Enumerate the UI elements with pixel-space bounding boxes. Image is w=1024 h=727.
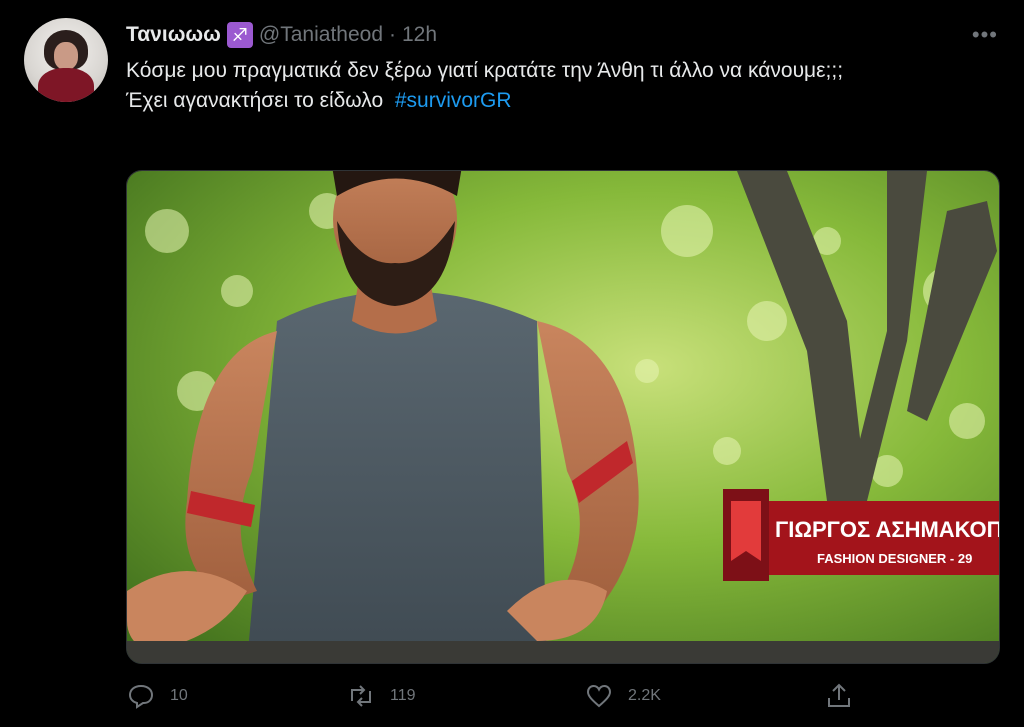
retweet-count: 119	[390, 687, 416, 704]
share-button[interactable]	[824, 680, 854, 712]
contestant-shirt	[247, 291, 547, 663]
reply-button[interactable]: 10	[126, 680, 188, 712]
heart-icon	[586, 684, 612, 708]
name-caption-banner: ΓΙΩΡΓΟΣ ΑΣΗΜΑΚΟΠΟ FASHION DESIGNER - 29	[723, 489, 999, 581]
author-name[interactable]: Τανιωωω	[126, 23, 221, 47]
tweet-text: Κόσμε μου πραγματικά δεν ξέρω γιατί κρατ…	[126, 56, 966, 116]
tweet-text-line-2: Έχει αγανακτήσει το είδωλο #survivorGR	[126, 86, 966, 116]
avatar-scarf	[38, 68, 94, 102]
sagittarius-icon: ♐	[226, 22, 253, 48]
like-button[interactable]: 2.2K	[584, 680, 661, 712]
tweet-timestamp[interactable]: 12h	[402, 23, 437, 47]
tv-frame-bottom	[127, 641, 999, 663]
separator-dot: ·	[389, 23, 396, 46]
author-avatar[interactable]	[24, 18, 108, 102]
share-icon	[828, 683, 850, 707]
retweet-icon	[351, 685, 371, 707]
more-options-icon[interactable]: •••	[972, 24, 998, 46]
hashtag-link[interactable]: #survivorGR	[395, 89, 512, 112]
reply-count: 10	[170, 687, 188, 704]
tweet-text-line-2-body: Έχει αγανακτήσει το είδωλο	[126, 89, 384, 112]
tweet-actions-bar: 10 119 2.2K	[126, 680, 866, 712]
author-handle[interactable]: @Taniatheod	[259, 23, 383, 47]
caption-name: ΓΙΩΡΓΟΣ ΑΣΗΜΑΚΟΠΟ	[775, 517, 999, 542]
tweet-text-line-1: Κόσμε μου πραγματικά δεν ξέρω γιατί κρατ…	[126, 59, 844, 82]
reply-icon	[128, 684, 154, 709]
like-count: 2.2K	[628, 687, 661, 704]
caption-subtitle: FASHION DESIGNER - 29	[817, 551, 972, 566]
retweet-button[interactable]: 119	[346, 680, 416, 712]
tweet-header: Τανιωωω ♐ @Taniatheod · 12h	[126, 20, 437, 50]
photo-illustration: ΓΙΩΡΓΟΣ ΑΣΗΜΑΚΟΠΟ FASHION DESIGNER - 29	[127, 171, 999, 663]
tweet-media-photo[interactable]: ΓΙΩΡΓΟΣ ΑΣΗΜΑΚΟΠΟ FASHION DESIGNER - 29	[126, 170, 1000, 664]
avatar-face	[54, 42, 78, 70]
